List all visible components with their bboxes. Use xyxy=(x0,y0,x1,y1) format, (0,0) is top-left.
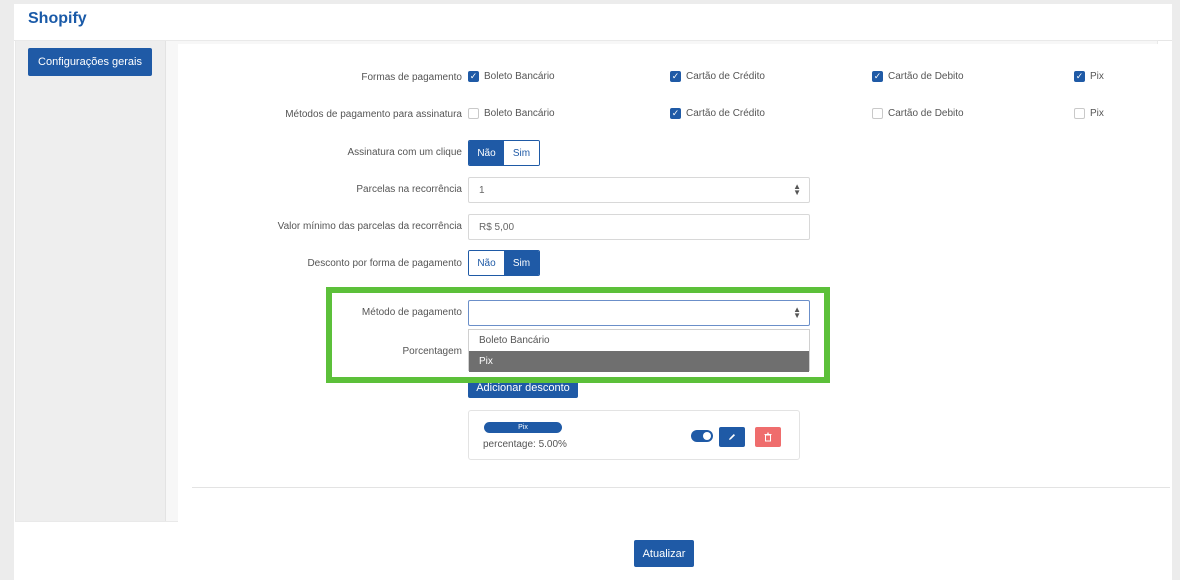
update-button[interactable]: Atualizar xyxy=(634,540,694,567)
installments-label: Parcelas na recorrência xyxy=(356,184,462,195)
checkbox-label: Boleto Bancário xyxy=(484,108,555,119)
delete-discount-button[interactable] xyxy=(755,427,781,447)
payment-form-debit-card[interactable]: ✓ Cartão de Debito xyxy=(872,71,964,82)
checkbox-checked-icon[interactable]: ✓ xyxy=(468,71,479,82)
one-click-yes-button[interactable]: Sim xyxy=(504,141,539,165)
checkbox-label: Cartão de Crédito xyxy=(686,71,765,82)
discount-method-badge: Pix xyxy=(484,422,562,433)
trash-icon xyxy=(764,432,772,442)
sort-caret-icon: ▲ ▼ xyxy=(793,182,801,197)
highlight-box xyxy=(326,287,830,383)
one-click-toggle: Não Sim xyxy=(468,140,540,166)
payment-form-pix[interactable]: ✓ Pix xyxy=(1074,71,1104,82)
checkbox-checked-icon[interactable]: ✓ xyxy=(670,108,681,119)
checkbox-unchecked-icon[interactable] xyxy=(1074,108,1085,119)
checkbox-checked-icon[interactable]: ✓ xyxy=(670,71,681,82)
discount-enabled-switch[interactable] xyxy=(691,430,713,442)
checkbox-label: Cartão de Debito xyxy=(888,71,964,82)
one-click-no-button[interactable]: Não xyxy=(469,141,504,165)
discount-by-method-toggle: Não Sim xyxy=(468,250,540,276)
one-click-label: Assinatura com um clique xyxy=(347,147,463,158)
subscription-methods-label: Métodos de pagamento para assinatura xyxy=(285,109,462,120)
subscription-method-credit-card[interactable]: ✓ Cartão de Crédito xyxy=(670,108,765,119)
app-title: Shopify xyxy=(28,10,87,27)
discount-by-method-label: Desconto por forma de pagamento xyxy=(307,258,462,269)
checkbox-checked-icon[interactable]: ✓ xyxy=(872,71,883,82)
min-installment-value: R$ 5,00 xyxy=(479,221,515,233)
general-settings-button[interactable]: Configurações gerais xyxy=(28,48,152,76)
discount-percentage-text: percentage: 5.00% xyxy=(483,439,567,450)
payment-forms-label: Formas de pagamento xyxy=(361,72,462,83)
checkbox-label: Cartão de Crédito xyxy=(686,108,765,119)
checkbox-label: Cartão de Debito xyxy=(888,108,964,119)
checkbox-checked-icon[interactable]: ✓ xyxy=(1074,71,1085,82)
subscription-method-boleto[interactable]: Boleto Bancário xyxy=(468,108,555,119)
payment-form-credit-card[interactable]: ✓ Cartão de Crédito xyxy=(670,71,765,82)
discount-card: Pix percentage: 5.00% xyxy=(468,410,800,460)
pencil-icon xyxy=(729,434,735,440)
checkbox-unchecked-icon[interactable] xyxy=(468,108,479,119)
discount-yes-button[interactable]: Sim xyxy=(504,251,539,275)
subscription-method-debit-card[interactable]: Cartão de Debito xyxy=(872,108,964,119)
installments-select[interactable]: 1 ▲ ▼ xyxy=(468,177,810,203)
min-installment-input[interactable]: R$ 5,00 xyxy=(468,214,810,240)
sidebar xyxy=(16,41,166,521)
edit-discount-button[interactable] xyxy=(719,427,745,447)
checkbox-unchecked-icon[interactable] xyxy=(872,108,883,119)
subscription-method-pix[interactable]: Pix xyxy=(1074,108,1104,119)
installments-value: 1 xyxy=(479,184,485,196)
checkbox-label: Pix xyxy=(1090,71,1104,82)
payment-form-boleto[interactable]: ✓ Boleto Bancário xyxy=(468,71,555,82)
checkbox-label: Pix xyxy=(1090,108,1104,119)
min-installment-label: Valor mínimo das parcelas da recorrência xyxy=(277,221,462,232)
checkbox-label: Boleto Bancário xyxy=(484,71,555,82)
discount-no-button[interactable]: Não xyxy=(469,251,504,275)
content-divider xyxy=(192,487,1170,488)
